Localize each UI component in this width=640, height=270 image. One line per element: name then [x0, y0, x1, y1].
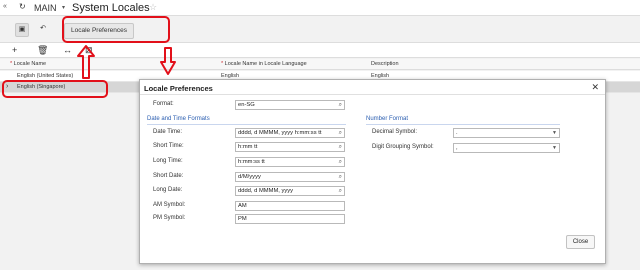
- search-icon[interactable]: ⌕: [339, 101, 342, 109]
- add-row-icon[interactable]: +: [12, 45, 17, 55]
- chevron-down-icon[interactable]: ▼: [552, 144, 557, 152]
- format-label: Format:: [153, 101, 174, 107]
- short-time-label: Short Time:: [153, 143, 184, 149]
- annotation-box-locale-preferences: [62, 16, 170, 43]
- column-header-locale-native-name[interactable]: * Locale Name in Locale Language: [221, 61, 307, 67]
- pm-symbol-label: PM Symbol:: [153, 215, 186, 221]
- format-field[interactable]: en-SG ⌕: [235, 100, 345, 110]
- company-selector[interactable]: MAIN: [34, 3, 57, 13]
- column-header-description[interactable]: Description: [371, 61, 399, 67]
- annotation-box-selected-locale: [2, 80, 108, 98]
- chevron-down-icon[interactable]: ▾: [62, 4, 65, 11]
- grid-toolbar: + 🗑 ↔ ⊠: [0, 42, 640, 58]
- number-format-section-title: Number Format: [366, 116, 409, 122]
- section-divider: [366, 124, 560, 125]
- decimal-symbol-select[interactable]: . ▼: [453, 128, 560, 138]
- locale-name-cell: English (United States): [17, 73, 74, 79]
- page-title: System Locales: [72, 2, 150, 14]
- dialog-header-divider: [140, 94, 605, 95]
- short-date-field[interactable]: d/M/yyyy ⌕: [235, 172, 345, 182]
- search-icon[interactable]: ⌕: [339, 143, 342, 151]
- column-header-locale-name[interactable]: * Locale Name: [10, 61, 46, 67]
- annotation-down-arrow-icon: [160, 47, 176, 75]
- delete-row-icon[interactable]: 🗑: [37, 45, 48, 56]
- grid-header: * Locale Name * Locale Name in Locale La…: [0, 59, 640, 70]
- long-date-field[interactable]: dddd, d MMMM, yyyy ⌕: [235, 186, 345, 196]
- fit-to-screen-icon[interactable]: ↔: [63, 45, 72, 55]
- top-bar: « ↻ MAIN ▾ System Locales ☆: [0, 0, 640, 16]
- page: « ↻ MAIN ▾ System Locales ☆ ▣ ↶ Locale P…: [0, 0, 640, 270]
- search-icon[interactable]: ⌕: [339, 129, 342, 137]
- digit-grouping-label: Digit Grouping Symbol:: [372, 144, 434, 150]
- locale-preferences-dialog: Locale Preferences ✕ Format: en-SG ⌕ Date…: [139, 79, 606, 264]
- date-time-field[interactable]: dddd, d MMMM, yyyy h:mm:ss tt ⌕: [235, 128, 345, 138]
- search-icon[interactable]: ⌕: [339, 173, 342, 181]
- date-time-label: Date Time:: [153, 129, 183, 135]
- favorite-star-icon[interactable]: ☆: [149, 2, 157, 13]
- short-time-field[interactable]: h:mm tt ⌕: [235, 142, 345, 152]
- pm-symbol-field[interactable]: PM: [235, 214, 345, 224]
- section-divider: [147, 124, 346, 125]
- undo-icon[interactable]: ↶: [38, 23, 48, 37]
- am-symbol-label: AM Symbol:: [153, 202, 186, 208]
- dialog-title: Locale Preferences: [144, 84, 213, 93]
- search-icon[interactable]: ⌕: [339, 187, 342, 195]
- close-button[interactable]: Close: [566, 235, 595, 249]
- save-icon[interactable]: ▣: [15, 23, 29, 37]
- am-symbol-field[interactable]: AM: [235, 201, 345, 211]
- decimal-symbol-label: Decimal Symbol:: [372, 129, 418, 135]
- collapse-sidebar-icon[interactable]: «: [3, 3, 7, 10]
- short-date-label: Short Date:: [153, 173, 184, 179]
- long-time-field[interactable]: h:mm:ss tt ⌕: [235, 157, 345, 167]
- long-time-label: Long Time:: [153, 158, 183, 164]
- date-time-section-title: Date and Time Formats: [147, 116, 210, 122]
- long-date-label: Long Date:: [153, 187, 183, 193]
- search-icon[interactable]: ⌕: [339, 158, 342, 166]
- annotation-up-arrow-icon: [77, 45, 95, 79]
- close-icon[interactable]: ✕: [591, 82, 599, 93]
- digit-grouping-select[interactable]: , ▼: [453, 143, 560, 153]
- refresh-icon[interactable]: ↻: [19, 2, 26, 11]
- chevron-down-icon[interactable]: ▼: [552, 129, 557, 137]
